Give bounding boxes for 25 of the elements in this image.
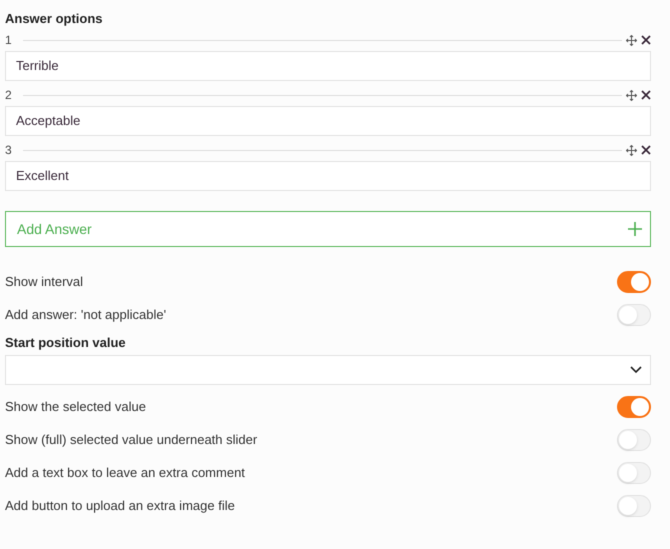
toggle-switch[interactable] bbox=[617, 270, 651, 292]
answer-number: 2 bbox=[5, 87, 13, 104]
setting-label: Add a text box to leave an extra comment bbox=[5, 464, 245, 482]
setting-label: Show interval bbox=[5, 272, 84, 291]
answer-input[interactable]: Acceptable bbox=[5, 106, 651, 136]
close-icon[interactable] bbox=[641, 90, 651, 100]
setting-label: Add button to upload an extra image file bbox=[5, 497, 235, 516]
close-icon[interactable] bbox=[641, 35, 651, 45]
answer-number: 3 bbox=[5, 142, 13, 159]
setting-label: Show (full) selected value underneath slider bbox=[5, 431, 258, 450]
answer-input[interactable]: Terrible bbox=[5, 51, 651, 81]
field-label: Start position value bbox=[5, 334, 127, 352]
chevron-down-icon bbox=[630, 366, 642, 374]
plus-icon bbox=[628, 222, 642, 236]
close-icon[interactable] bbox=[641, 145, 651, 155]
section-title: Answer options bbox=[5, 10, 104, 26]
start-position-select[interactable] bbox=[5, 354, 651, 384]
move-icon[interactable] bbox=[626, 90, 637, 100]
toggle-switch[interactable] bbox=[617, 396, 651, 418]
move-icon[interactable] bbox=[626, 144, 637, 156]
setting-label: Show the selected value bbox=[5, 398, 146, 416]
setting-label: Add answer: 'not applicable' bbox=[5, 306, 166, 324]
answer-number: 1 bbox=[5, 32, 13, 49]
answer-input[interactable]: Excellent bbox=[5, 161, 651, 191]
move-icon[interactable] bbox=[626, 34, 637, 46]
